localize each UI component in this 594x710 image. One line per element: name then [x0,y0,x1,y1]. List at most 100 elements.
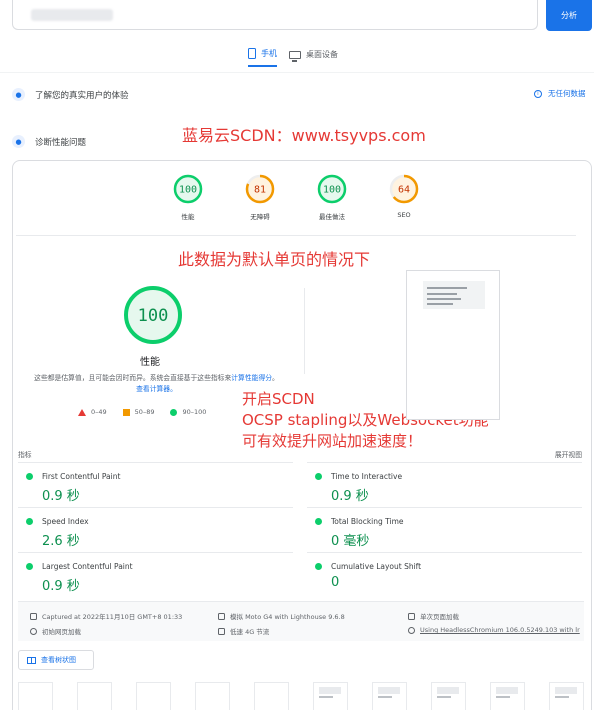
no-data-label: 无任何数据 [548,89,586,98]
browser-text: Using HeadlessChromium 106.0.5249.103 wi… [420,626,580,634]
filmstrip-frame [431,682,466,710]
filmstrip-frame [77,682,112,710]
performance-gauge: 100 [124,286,182,344]
overlay-mid-text: 此数据为默认单页的情况下 [178,250,371,269]
tab-desktop[interactable]: 桌面设备 [289,48,338,67]
no-data-notice: i 无任何数据 [534,88,586,99]
treemap-label: 查看树状图 [41,656,76,664]
gauge-ring: 81 [245,174,275,204]
overlay-line-3: 可有效提升网站加速速度！ [242,432,423,450]
tab-mobile[interactable]: 手机 [248,48,277,67]
calendar-icon [30,612,37,620]
filmstrip [18,682,584,710]
load-text: 单次页面加载 [420,613,459,621]
gauge-label: 无障碍 [250,213,270,221]
gauge-label: 性能 [181,213,195,221]
metric-item: Time to Interactive 0.9 秒 [307,462,582,507]
metrics-title: 指标 [18,451,32,459]
metrics-grid: First Contentful Paint 0.9 秒 Time to Inter… [18,462,582,597]
metric-name: Speed Index [42,517,89,526]
score-gauge[interactable]: 100 性能 [166,174,210,221]
triangle-icon [78,408,86,416]
real-users-section[interactable]: ● 了解您的真实用户的体验 [12,88,129,101]
metric-name: Cumulative Layout Shift [331,562,422,571]
pass-dot-icon [26,473,33,480]
calc-score-link[interactable]: 计算性能得分 [231,374,272,382]
metric-item: Largest Contentful Paint 0.9 秒 [18,552,293,597]
legend-pass-label: 90–100 [182,408,207,416]
score-gauges: 100 性能 81 无障碍 100 最佳做法 64 SEO [166,174,426,221]
metric-item: First Contentful Paint 0.9 秒 [18,462,293,507]
wifi-icon [218,627,225,635]
filmstrip-frame [18,682,53,710]
score-gauge[interactable]: 81 无障碍 [238,174,282,221]
diagnose-label: 诊断性能问题 [35,137,87,148]
people-icon [408,612,415,620]
metric-value: 0.9 秒 [42,579,80,594]
pass-dot-icon [315,473,322,480]
gauge-ring: 100 [173,174,203,204]
screenshot-line [427,293,457,295]
filmstrip-frame [254,682,289,710]
metric-name: Time to Interactive [331,472,403,481]
metric-value: 0 [331,575,340,590]
pass-dot-icon [315,563,322,570]
square-icon [122,408,130,416]
chrome-icon [408,626,415,634]
url-input[interactable] [12,0,538,30]
device-info: 模拟 Moto G4 with Lighthouse 9.6.8 [218,611,345,621]
final-screenshot[interactable] [406,270,500,420]
score-gauge[interactable]: 100 最佳做法 [310,174,354,221]
performance-score: 100 [138,306,169,326]
metric-item: Cumulative Layout Shift 0 [307,552,582,597]
filmstrip-frame [313,682,348,710]
card-separator [16,235,576,236]
vertical-divider [304,288,305,374]
score-gauge[interactable]: 64 SEO [382,174,426,221]
pass-dot-icon [26,563,33,570]
throttle-info: 低速 4G 节流 [218,626,269,636]
metric-value: 0 毫秒 [331,534,370,549]
gauge-score: 81 [254,185,266,196]
gauge-score: 100 [179,185,197,196]
diagnose-section[interactable]: ● 诊断性能问题 [12,135,86,148]
calculator-link[interactable]: 查看计算器。 [136,385,177,393]
legend-fail: 0–49 [78,408,107,416]
device-text: 模拟 Moto G4 with Lighthouse 9.6.8 [230,613,345,621]
metric-value: 0.9 秒 [331,489,369,504]
metric-name: Total Blocking Time [331,517,404,526]
screenshot-line [427,287,467,289]
phone-icon [248,48,256,59]
screenshot-line [427,303,453,305]
desc-text: 这些都是估算值，且可能会因时而异。系统会直接基于这些指标来 [34,374,232,382]
blurred-url-text [31,9,113,21]
gauge-score: 100 [323,185,341,196]
run-info: Captured at 2022年11月10日 GMT+8 01:33 模拟 M… [18,601,584,641]
filmstrip-frame [490,682,525,710]
circle-icon [170,408,178,416]
metric-item: Total Blocking Time 0 毫秒 [307,507,582,552]
performance-description: 这些都是估算值，且可能会因时而异。系统会直接基于这些指标来计算性能得分。查看计算… [34,373,279,395]
legend-fail-label: 0–49 [91,408,107,416]
initial-info: 初始网页加载 [30,626,81,636]
expand-view-link[interactable]: 展开视图 [555,449,582,459]
legend-pass: 90–100 [170,408,206,416]
gauge-ring: 100 [317,174,347,204]
filmstrip-frame [136,682,171,710]
performance-label: 性能 [140,357,160,368]
view-treemap-button[interactable]: 查看树状图 [18,650,94,670]
analyze-button[interactable]: 分析 [546,0,592,31]
metric-name: First Contentful Paint [42,472,121,481]
users-icon: ● [12,88,25,101]
throttle-text: 低速 4G 节流 [230,628,270,636]
metric-item: Speed Index 2.6 秒 [18,507,293,552]
legend-average-label: 50–89 [134,408,155,416]
pass-dot-icon [315,518,322,525]
gauge-score: 64 [398,185,410,196]
filmstrip-frame [372,682,407,710]
treemap-icon [27,656,36,664]
metrics-header: 指标 展开视图 [18,449,582,459]
gauge-label: SEO [397,211,411,219]
diagnose-icon: ● [12,135,25,148]
initial-text: 初始网页加载 [42,628,81,636]
